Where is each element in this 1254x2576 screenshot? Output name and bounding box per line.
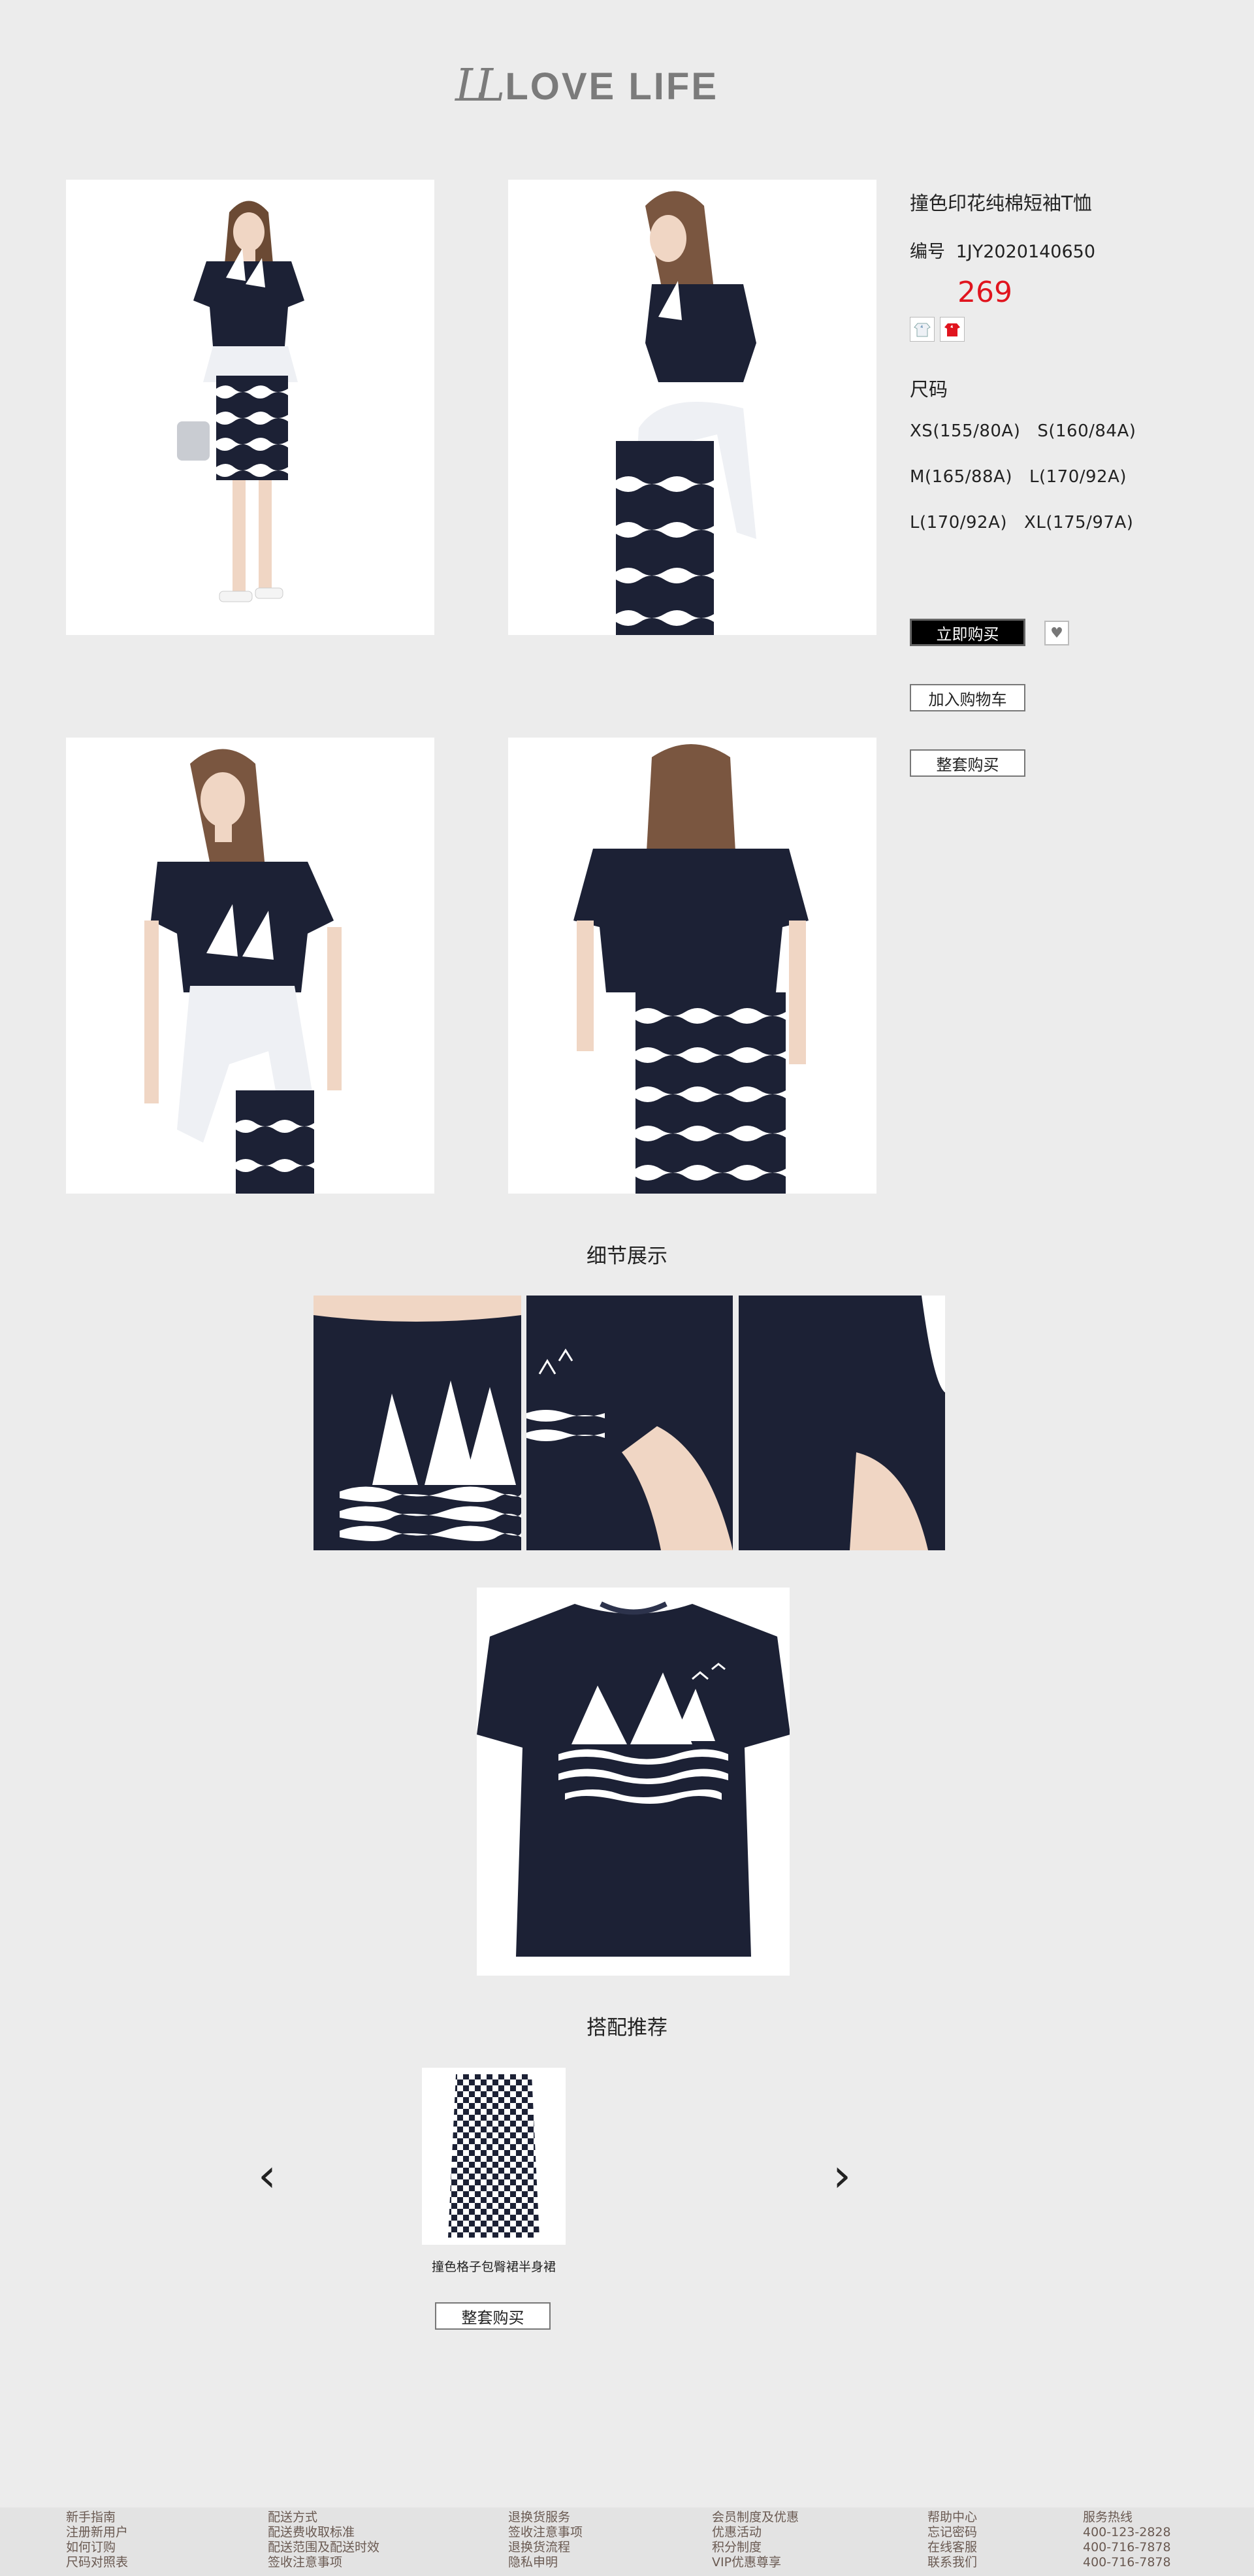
cuff-detail-image: [739, 1296, 945, 1550]
size-row-3: L(170/92A) XL(175/97A): [910, 513, 1150, 532]
model-back-image: [508, 738, 876, 1194]
footer-col-help: 帮助中心 忘记密码 在线客服 联系我们: [927, 2510, 977, 2570]
footer-col-returns: 退换货服务 签收注意事项 退换货流程 隐私申明: [508, 2510, 583, 2570]
detail-photo-print[interactable]: [314, 1296, 521, 1550]
footer-link[interactable]: 帮助中心: [927, 2510, 977, 2525]
footer-link[interactable]: 注册新用户: [66, 2525, 128, 2540]
product-price: 269: [957, 276, 1012, 309]
product-code-label: 编号: [910, 242, 945, 262]
size-label: 尺码: [910, 378, 948, 400]
product-code-value: 1JY2020140650: [956, 242, 1096, 262]
heart-icon: ♥: [1050, 625, 1063, 642]
recommend-section-title: 搭配推荐: [587, 2016, 667, 2040]
footer-link[interactable]: 联系我们: [927, 2555, 977, 2570]
footer-link[interactable]: 积分制度: [712, 2540, 799, 2555]
model-front-image: [66, 180, 434, 635]
footer-link[interactable]: 优惠活动: [712, 2525, 799, 2540]
size-row-1: XS(155/80A) S(160/84A): [910, 421, 1153, 441]
recommend-item-name[interactable]: 撞色格子包臀裙半身裙: [422, 2257, 566, 2275]
detail-photo-sleeve[interactable]: [526, 1296, 733, 1550]
white-shirt-icon: [914, 323, 931, 337]
size-option-l[interactable]: L(170/92A): [1029, 467, 1127, 487]
footer-col-hotline: 服务热线 400-123-2828 400-716-7878 400-716-7…: [1083, 2510, 1171, 2570]
brand-name: LOVE LIFE: [505, 65, 718, 108]
footer-link[interactable]: 签收注意事项: [508, 2525, 583, 2540]
plaid-skirt-image: [422, 2068, 566, 2245]
footer-phone: 400-716-7878: [1083, 2555, 1171, 2569]
footer-link[interactable]: 忘记密码: [927, 2525, 977, 2540]
size-option-m[interactable]: M(165/88A): [910, 467, 1012, 487]
footer-link[interactable]: 配送费收取标准: [268, 2525, 379, 2540]
product-title: 撞色印花纯棉短袖T恤: [910, 192, 1092, 214]
sleeve-detail-image: [526, 1296, 733, 1550]
size-option-l-2[interactable]: L(170/92A): [910, 513, 1007, 532]
brand-logo[interactable]: LL LOVE LIFE: [455, 64, 718, 108]
size-option-xs[interactable]: XS(155/80A): [910, 421, 1020, 441]
footer-phone: 400-123-2828: [1083, 2525, 1171, 2539]
sailboat-print-detail-image: [314, 1296, 521, 1550]
footer: [0, 2507, 1254, 2576]
footer-link[interactable]: 签收注意事项: [268, 2555, 379, 2570]
red-shirt-icon: [944, 323, 960, 336]
footer-link[interactable]: 尺码对照表: [66, 2555, 128, 2570]
size-option-xl[interactable]: XL(175/97A): [1024, 513, 1133, 532]
detail-photo-cuff[interactable]: [739, 1296, 945, 1550]
footer-hotline-title: 服务热线: [1083, 2510, 1133, 2524]
brand-mark: LL: [455, 60, 505, 112]
detail-section-title: 细节展示: [587, 1245, 667, 1268]
buy-now-button[interactable]: 立即购买: [910, 619, 1025, 646]
footer-link[interactable]: 如何订购: [66, 2540, 128, 2555]
footer-link[interactable]: 新手指南: [66, 2510, 128, 2525]
footer-link[interactable]: 会员制度及优惠: [712, 2510, 799, 2525]
color-swatch-red[interactable]: [940, 317, 965, 342]
favorite-button[interactable]: ♥: [1044, 621, 1069, 645]
size-option-s[interactable]: S(160/84A): [1037, 421, 1136, 441]
recommend-item-photo[interactable]: [422, 2068, 566, 2245]
footer-link[interactable]: 在线客服: [927, 2540, 977, 2555]
footer-link[interactable]: 配送方式: [268, 2510, 379, 2525]
footer-col-guide: 新手指南 注册新用户 如何订购 尺码对照表: [66, 2510, 128, 2570]
product-photo-front-2[interactable]: [66, 738, 434, 1194]
model-side-image: [508, 180, 876, 635]
product-code: 编号 1JY2020140650: [910, 237, 1095, 263]
buy-set-button[interactable]: 整套购买: [910, 749, 1025, 777]
footer-col-delivery: 配送方式 配送费收取标准 配送范围及配送时效 签收注意事项: [268, 2510, 379, 2570]
footer-link[interactable]: VIP优惠尊享: [712, 2555, 799, 2570]
footer-link[interactable]: 退换货服务: [508, 2510, 583, 2525]
carousel-prev-button[interactable]: ‹: [258, 2153, 276, 2198]
product-photo-side[interactable]: [508, 180, 876, 635]
footer-col-membership: 会员制度及优惠 优惠活动 积分制度 VIP优惠尊享: [712, 2510, 799, 2570]
footer-link[interactable]: 配送范围及配送时效: [268, 2540, 379, 2555]
footer-link[interactable]: 退换货流程: [508, 2540, 583, 2555]
tshirt-flat-image: [477, 1588, 790, 1976]
footer-link[interactable]: 隐私申明: [508, 2555, 583, 2570]
product-flat-photo[interactable]: [477, 1588, 790, 1976]
product-photo-front[interactable]: [66, 180, 434, 635]
color-swatch-white[interactable]: [910, 317, 935, 342]
size-row-2: M(165/88A) L(170/92A): [910, 467, 1144, 487]
product-photo-back[interactable]: [508, 738, 876, 1194]
add-to-cart-button[interactable]: 加入购物车: [910, 684, 1025, 711]
footer-phone: 400-716-7878: [1083, 2540, 1171, 2554]
model-front-2-image: [66, 738, 434, 1194]
recommend-buy-set-button[interactable]: 整套购买: [435, 2302, 551, 2330]
carousel-next-button[interactable]: ›: [833, 2153, 851, 2198]
